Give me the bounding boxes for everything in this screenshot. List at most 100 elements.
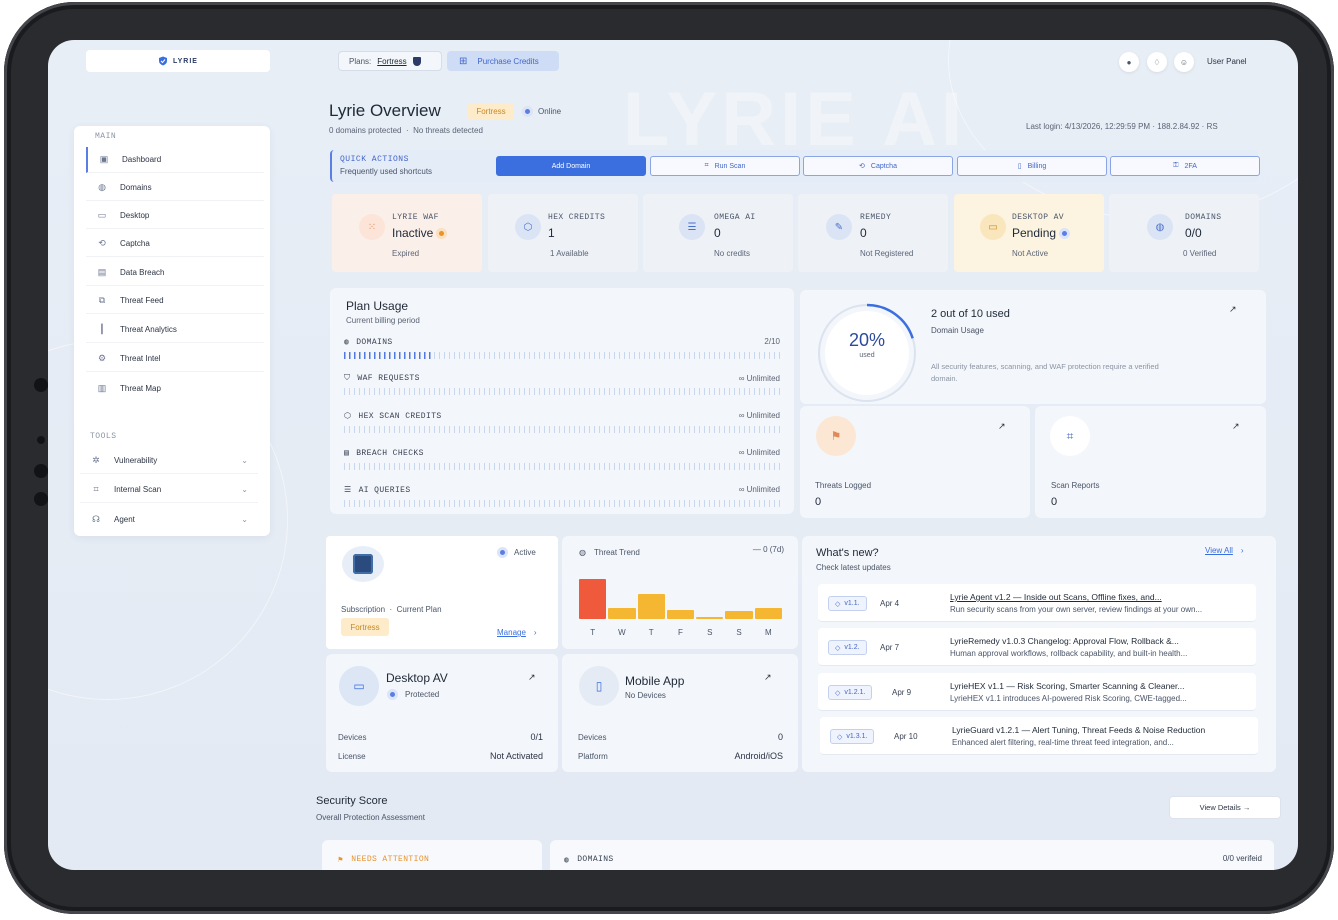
needs-attention-label: NEEDS ATTENTION	[351, 855, 430, 864]
sidebar-item-threat-analytics[interactable]: ┃ Threat Analytics	[86, 317, 264, 343]
domain-usage-card[interactable]: 20% used 2 out of 10 used Domain Usage A…	[800, 290, 1266, 404]
update-item[interactable]: ◇ v1.2. Apr 7 LyrieRemedy v1.0.3 Changelo…	[818, 628, 1256, 666]
trend-axis-label: M	[765, 628, 772, 637]
captcha-icon: ⟲	[859, 163, 865, 170]
update-item[interactable]: ◇ v1.2.1. Apr 9 LyrieHEX v1.1 — Risk Scor…	[818, 673, 1256, 711]
view-details-button[interactable]: View Details →	[1169, 796, 1281, 819]
sidebar-item-captcha[interactable]: ⟲ Captcha	[86, 231, 264, 257]
view-all-label: View All	[1205, 546, 1233, 555]
mobile-app-status: No Devices	[625, 691, 666, 700]
version-tag: ◇ v1.3.1.	[830, 729, 875, 744]
sidebar-item-data-breach[interactable]: ▤ Data Breach	[86, 260, 264, 286]
stat-card-remedy[interactable]: ✎ REMEDY 0 Not Registered	[798, 194, 948, 272]
agent-icon: ☊	[92, 513, 100, 524]
sidebar-item-desktop[interactable]: ▭ Desktop	[86, 203, 264, 229]
sidebar-item-domains[interactable]: ◍ Domains	[86, 175, 264, 201]
sidebar-item-threat-map[interactable]: ▥ Threat Map	[86, 375, 264, 401]
user-panel-link[interactable]: User Panel	[1207, 57, 1247, 66]
plan-selector[interactable]: Plans: Fortress	[338, 51, 442, 71]
usage-bar	[344, 352, 780, 359]
grid-icon: ⁙	[359, 214, 385, 240]
globe-icon: ◍	[1147, 214, 1173, 240]
arrow-up-right-icon[interactable]: ↗	[528, 672, 536, 683]
trend-axis-label: S	[707, 628, 713, 637]
stat-card-omega-ai[interactable]: ☰ OMEGA AI 0 No credits	[643, 194, 793, 272]
usage-label: BREACH CHECKS	[356, 448, 424, 458]
sidebar-item-label: Dashboard	[122, 155, 162, 164]
quick-actions-title: QUICK ACTIONS	[340, 155, 409, 164]
usage-label: DOMAINS	[356, 337, 393, 347]
sidebar-item-label: Vulnerability	[114, 456, 158, 465]
scan-icon: ⌗	[93, 484, 99, 494]
arrow-up-right-icon[interactable]: ↗	[1229, 304, 1237, 315]
mobile-app-card[interactable]: ▯ Mobile App No Devices ↗ Devices 0 Plat…	[562, 654, 798, 772]
usage-bar	[344, 500, 780, 507]
add-domain-button[interactable]: Add Domain	[496, 156, 646, 176]
trend-bar	[696, 617, 724, 619]
version-tag: ◇ v1.2.	[828, 640, 867, 655]
stat-card-lyrie-waf[interactable]: ⁙ LYRIE WAF Inactive Expired	[332, 194, 482, 272]
sidebar-item-agent[interactable]: ☊ Agent ⌄	[80, 506, 258, 532]
purchase-credits-button[interactable]: ⊞ Purchase Credits	[447, 51, 559, 71]
status-text: Online	[538, 107, 562, 116]
sidebar-item-internal-scan[interactable]: ⌗ Internal Scan ⌄	[80, 477, 258, 503]
sidebar-item-threat-feed[interactable]: ⧉ Threat Feed	[86, 288, 264, 314]
threat-trend-axis: TWTFSSM	[578, 628, 783, 638]
user-icon[interactable]: ☺	[1174, 52, 1194, 72]
captcha-button[interactable]: ⟲ Captcha	[803, 156, 953, 176]
sidebar-item-threat-intel[interactable]: ⚙ Threat Intel	[86, 346, 264, 372]
view-all-link[interactable]: View All ›	[1205, 546, 1244, 555]
2fa-button[interactable]: ⚿ 2FA	[1110, 156, 1260, 176]
scan-icon: ⌗	[704, 162, 709, 169]
stat-card-desktop-av[interactable]: ▭ DESKTOP AV Pending Not Active	[954, 194, 1104, 272]
update-date: Apr 4	[880, 599, 900, 608]
update-item[interactable]: ◇ v1.1. Apr 4 Lyrie Agent v1.2 — Inside o…	[818, 584, 1256, 622]
domain-usage-label: Domain Usage	[931, 326, 984, 335]
sidebar-item-label: Agent	[114, 514, 135, 524]
run-scan-button[interactable]: ⌗ Run Scan	[650, 156, 800, 176]
arrow-up-right-icon[interactable]: ↗	[998, 421, 1006, 432]
stat-card-domains[interactable]: ◍ DOMAINS 0/0 0 Verified	[1109, 194, 1259, 272]
trend-bar	[579, 579, 607, 619]
update-date: Apr 10	[894, 732, 918, 741]
stat-value: Pending	[1012, 226, 1057, 240]
stat-card-hex-credits[interactable]: ⬡ HEX CREDITS 1 1 Available	[488, 194, 638, 272]
camera-icon	[34, 378, 48, 392]
threats-logged-card[interactable]: ⚑ ↗ Threats Logged 0	[800, 406, 1030, 518]
quick-actions-bar: QUICK ACTIONS Frequently used shortcuts …	[330, 150, 1260, 182]
update-body: Run security scans from your own server,…	[950, 605, 1203, 614]
trend-axis-label: W	[618, 628, 626, 637]
update-headline: Lyrie Agent v1.2 — Inside out Scans, Off…	[950, 592, 1162, 602]
bar-chart-icon: ┃	[99, 324, 105, 334]
sidebar-item-vulnerability[interactable]: ✲ Vulnerability ⌄	[80, 448, 258, 474]
plan-usage-card: Plan Usage Current billing period ◍ DOMAI…	[330, 288, 794, 514]
chevron-right-icon: ›	[533, 628, 537, 637]
whats-new-subtitle: Check latest updates	[816, 563, 891, 572]
update-headline: LyrieRemedy v1.0.3 Changelog: Approval F…	[950, 636, 1179, 646]
manage-link[interactable]: Manage ›	[497, 628, 537, 637]
sidebar-item-label: Threat Analytics	[120, 325, 177, 334]
sidebar-item-label: Threat Intel	[120, 354, 161, 363]
monitor-icon: ▭	[980, 214, 1006, 240]
brand-logo[interactable]: LYRIE	[86, 50, 270, 72]
bell-icon[interactable]: ♢	[1147, 52, 1167, 72]
arrow-up-right-icon[interactable]: ↗	[764, 672, 772, 683]
theme-toggle-icon[interactable]: ●	[1119, 52, 1139, 72]
stat-sub: No credits	[714, 249, 751, 258]
status-text: Protected	[405, 690, 440, 699]
trend-axis-label: T	[648, 628, 654, 637]
button-label: Billing	[1027, 162, 1047, 170]
scan-reports-card[interactable]: ⌗ ↗ Scan Reports 0	[1035, 406, 1266, 518]
billing-button[interactable]: ▯ Billing	[957, 156, 1107, 176]
usage-value: ∞ Unlimited	[738, 485, 780, 494]
sidebar-section-main: MAIN	[95, 132, 117, 141]
needs-attention-label-row: ⚑ NEEDS ATTENTION	[338, 855, 429, 865]
plan-cube-icon	[342, 546, 384, 582]
desktop-av-card[interactable]: ▭ Desktop AV Protected ↗ Devices 0/1 Lic…	[326, 654, 558, 772]
update-item[interactable]: ◇ v1.3.1. Apr 10 LyrieGuard v1.2.1 — Aler…	[820, 717, 1258, 755]
bug-icon: ✲	[92, 455, 100, 465]
arrow-up-right-icon[interactable]: ↗	[1232, 421, 1240, 432]
sidebar-item-dashboard[interactable]: ▣ Dashboard	[86, 147, 264, 173]
globe-icon: ◍	[344, 338, 350, 347]
threat-trend-summary: — 0 (7d)	[752, 545, 784, 554]
